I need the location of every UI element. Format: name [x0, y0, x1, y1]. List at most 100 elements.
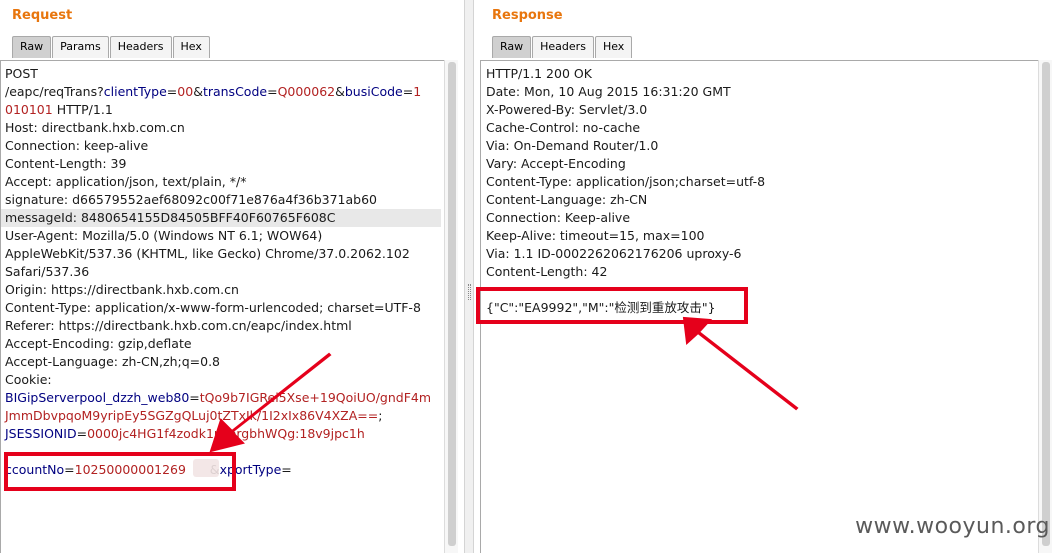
request-token: 1 — [413, 84, 422, 99]
request-scrollbar[interactable] — [444, 60, 458, 553]
watermark: www.wooyun.org — [855, 514, 1050, 539]
response-line: Content-Type: application/json;charset=u… — [486, 173, 765, 191]
request-token: signature: d66579552aef68092c00f71e876a4… — [5, 192, 377, 207]
request-token: Accept-Language: zh-CN,zh;q=0.8 — [5, 354, 221, 369]
response-token: HTTP/1.1 200 OK — [486, 66, 592, 81]
request-token: AppleWebKit/537.36 (KHTML, like Gecko) C… — [5, 246, 410, 261]
request-line: Accept-Encoding: gzip,deflate — [5, 335, 441, 353]
response-line: Cache-Control: no-cache — [486, 119, 765, 137]
response-tab-raw[interactable]: Raw — [492, 36, 532, 58]
request-line: messageId: 8480654155D84505BFF40F60765F6… — [1, 209, 441, 227]
response-line: Keep-Alive: timeout=15, max=100 — [486, 227, 765, 245]
request-token: /eapc/reqTrans? — [5, 84, 104, 99]
response-line: Content-Length: 42 — [486, 263, 765, 281]
response-token: Date: Mon, 10 Aug 2015 16:31:20 GMT — [486, 84, 731, 99]
response-token: Content-Language: zh-CN — [486, 192, 648, 207]
request-line: Content-Type: application/x-www-form-url… — [5, 299, 441, 317]
request-line: POST — [5, 65, 441, 83]
response-title: Response — [492, 8, 563, 23]
response-tab-headers[interactable]: Headers — [532, 36, 594, 58]
request-line: JSESSIONID=0000jc4HG1f4zodk1nzprgbhWQg:1… — [5, 425, 441, 443]
response-token: Content-Length: 42 — [486, 264, 608, 279]
request-line: Host: directbank.hxb.com.cn — [5, 119, 441, 137]
response-token: X-Powered-By: Servlet/3.0 — [486, 102, 648, 117]
response-line: Vary: Accept-Encoding — [486, 155, 765, 173]
request-token: 0000jc4HG1f4zodk1nzprgbhWQg:18v9jpc1h — [87, 426, 365, 441]
response-token: Connection: Keep-alive — [486, 210, 631, 225]
request-token: clientType — [103, 84, 167, 99]
response-line: Content-Language: zh-CN — [486, 191, 765, 209]
request-token: Origin: https://directbank.hxb.com.cn — [5, 282, 239, 297]
request-token: 00 — [177, 84, 194, 99]
splitter-grip-icon[interactable] — [468, 284, 471, 300]
response-token: Content-Type: application/json;charset=u… — [486, 174, 766, 189]
response-line: X-Powered-By: Servlet/3.0 — [486, 101, 765, 119]
request-line: /eapc/reqTrans?clientType=00&transCode=Q… — [5, 83, 441, 101]
response-scrollbar-thumb[interactable] — [1042, 62, 1050, 546]
request-token: User-Agent: Mozilla/5.0 (Windows NT 6.1;… — [5, 228, 323, 243]
request-token: = — [189, 390, 200, 405]
request-line: Accept-Language: zh-CN,zh;q=0.8 — [5, 353, 441, 371]
request-token: = — [267, 84, 278, 99]
response-line: Connection: Keep-alive — [486, 209, 765, 227]
request-token: & — [335, 84, 345, 99]
request-line: signature: d66579552aef68092c00f71e876a4… — [5, 191, 441, 209]
request-line: Referer: https://directbank.hxb.com.cn/e… — [5, 317, 441, 335]
response-line: Via: 1.1 ID-0002262062176206 uproxy-6 — [486, 245, 765, 263]
request-tab-params[interactable]: Params — [52, 36, 109, 58]
request-token: Accept-Encoding: gzip,deflate — [5, 336, 192, 351]
request-line: BIGipServerpool_dzzh_web80=tQo9b7IGRei5X… — [5, 389, 441, 407]
request-tabs: Raw Params Headers Hex — [12, 36, 211, 58]
response-line: HTTP/1.1 200 OK — [486, 65, 765, 83]
response-raw-text[interactable]: HTTP/1.1 200 OK Date: Mon, 10 Aug 2015 16… — [486, 65, 765, 317]
request-token: POST — [5, 66, 38, 81]
response-line: Date: Mon, 10 Aug 2015 16:31:20 GMT — [486, 83, 765, 101]
request-token: Content-Type: application/x-www-form-url… — [5, 300, 421, 315]
request-token: = — [281, 462, 292, 477]
request-token: Q000062 — [277, 84, 336, 99]
pane-splitter[interactable] — [464, 0, 474, 553]
request-line: Content-Length: 39 — [5, 155, 441, 173]
request-scrollbar-thumb[interactable] — [448, 62, 456, 546]
request-line: Cookie: — [5, 371, 441, 389]
request-line: Origin: https://directbank.hxb.com.cn — [5, 281, 441, 299]
request-token: Connection: keep-alive — [5, 138, 149, 153]
response-scrollbar[interactable] — [1038, 60, 1052, 553]
annotation-box-request — [4, 452, 236, 491]
request-line: Accept: application/json, text/plain, */… — [5, 173, 441, 191]
request-token: busiCode — [344, 84, 403, 99]
request-token: 010101 — [5, 102, 53, 117]
response-token: Via: 1.1 ID-0002262062176206 uproxy-6 — [486, 246, 742, 261]
request-line: Connection: keep-alive — [5, 137, 441, 155]
request-tab-raw[interactable]: Raw — [12, 36, 52, 58]
request-line: Safari/537.36 — [5, 263, 441, 281]
response-token: Keep-Alive: timeout=15, max=100 — [486, 228, 705, 243]
request-token: Content-Length: 39 — [5, 156, 127, 171]
request-token: tQo9b7IGRei5Xse+19QoiUO/gndF4m — [199, 390, 432, 405]
request-line: JmmDbvpqoM9yripEy5SGZgQLuj0tZTxIk/1I2xIx… — [5, 407, 441, 425]
request-token: JSESSIONID — [5, 426, 77, 441]
request-token: transCode — [202, 84, 268, 99]
request-token: HTTP/1.1 — [52, 102, 113, 117]
response-tabs: Raw Headers Hex — [492, 36, 633, 58]
request-token: & — [193, 84, 203, 99]
request-token: messageId: 8480654155D84505BFF40F60765F6… — [5, 210, 336, 225]
request-raw-text[interactable]: POST/eapc/reqTrans?clientType=00&transCo… — [1, 65, 441, 479]
response-tab-hex[interactable]: Hex — [594, 36, 633, 58]
request-tab-hex[interactable]: Hex — [172, 36, 210, 58]
request-token: = — [402, 84, 414, 99]
request-token: Referer: https://directbank.hxb.com.cn/e… — [5, 318, 352, 333]
request-line: User-Agent: Mozilla/5.0 (Windows NT 6.1;… — [5, 227, 441, 245]
request-token: Cookie: — [5, 372, 52, 387]
request-token: = — [76, 426, 88, 441]
request-token: Accept: application/json, text/plain, */… — [5, 174, 247, 189]
request-token: Host: directbank.hxb.com.cn — [5, 120, 185, 135]
request-tab-headers[interactable]: Headers — [109, 36, 172, 58]
request-title: Request — [12, 8, 73, 23]
response-token: Vary: Accept-Encoding — [486, 156, 626, 171]
request-token: BIGipServerpool_dzzh_web80 — [5, 390, 190, 405]
request-token: JmmDbvpqoM9yripEy5SGZgQLuj0tZTxIk/1I2xIx… — [5, 408, 379, 423]
response-line: Via: On-Demand Router/1.0 — [486, 137, 765, 155]
response-token: Via: On-Demand Router/1.0 — [486, 138, 659, 153]
response-token: Cache-Control: no-cache — [486, 120, 641, 135]
